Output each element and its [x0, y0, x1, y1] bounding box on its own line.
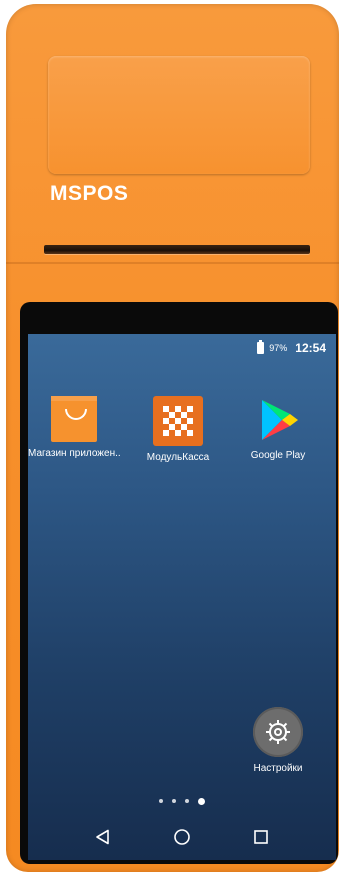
google-play-icon: [254, 396, 302, 444]
page-dot-active[interactable]: [198, 797, 205, 805]
printer-cover[interactable]: [48, 56, 310, 174]
app-settings[interactable]: Настройки: [238, 707, 318, 774]
app-label: Google Play: [250, 450, 306, 461]
page-indicator: [28, 796, 336, 806]
recents-icon: [253, 830, 268, 844]
shopping-bag-icon: [51, 396, 97, 442]
battery-icon: [257, 340, 265, 354]
back-button[interactable]: [92, 826, 114, 848]
home-icon: [174, 829, 190, 845]
app-market[interactable]: Магазин приложен..: [28, 396, 121, 459]
modulkassa-logo-icon: [153, 396, 203, 446]
status-bar: 97% 12:54: [257, 340, 326, 356]
app-modulkassa[interactable]: МодульКасса: [136, 396, 220, 463]
app-label: МодульКасса: [146, 452, 210, 463]
page-dot[interactable]: [159, 799, 163, 803]
battery-percent: 97%: [269, 343, 288, 353]
receipt-paper-slot: [44, 245, 310, 254]
page-dot[interactable]: [172, 799, 176, 803]
page-dot[interactable]: [185, 799, 189, 803]
home-screen: 97% 12:54 Магазин приложен.. МодульКасса: [28, 334, 336, 860]
device-brand-logo: MSPOS: [50, 182, 129, 205]
app-google-play[interactable]: Google Play: [236, 396, 320, 461]
app-label: Магазин приложен..: [28, 448, 121, 459]
status-clock: 12:54: [295, 341, 326, 355]
body-seam: [6, 262, 339, 264]
back-icon: [96, 829, 110, 845]
gear-icon: [253, 707, 303, 757]
navigation-bar: [28, 814, 336, 860]
home-button[interactable]: [171, 826, 193, 848]
app-label: Настройки: [253, 763, 303, 774]
recents-button[interactable]: [250, 826, 272, 848]
